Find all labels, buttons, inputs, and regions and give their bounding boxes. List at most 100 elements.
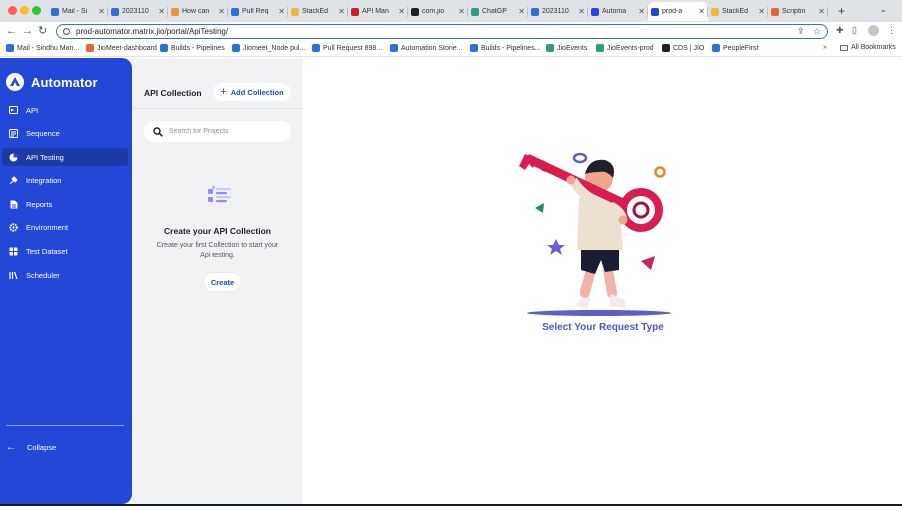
browser-tab[interactable]: Scriptin ✕ — [768, 2, 828, 21]
brand[interactable]: Automator — [6, 73, 98, 91]
bookmark-item[interactable]: Jiomeet_Node pul... — [232, 44, 305, 52]
browser-tab[interactable]: StackEd ✕ — [288, 2, 348, 21]
api-icon — [9, 106, 18, 115]
share-icon[interactable]: ⇪ — [797, 26, 805, 37]
browser-tab[interactable]: 2023110 ✕ — [108, 2, 168, 21]
maximize-window-button[interactable] — [32, 6, 41, 15]
bookmark-item[interactable]: CDS | JIO — [662, 44, 704, 52]
bookmark-item[interactable]: JioEvents-prod — [596, 44, 654, 52]
sidebar-item-api[interactable]: API — [2, 101, 128, 119]
tab-favicon-icon — [291, 7, 299, 16]
bookmark-label: JioEvents — [557, 44, 588, 52]
bookmark-item[interactable]: Builds - Pipelines — [160, 44, 225, 52]
tab-favicon-icon — [471, 7, 479, 16]
site-info-icon[interactable] — [63, 28, 70, 35]
browser-tab[interactable]: Mail - Si ✕ — [48, 2, 108, 21]
sidebar-item-environment[interactable]: Environment — [2, 219, 128, 237]
bookmark-favicon-icon — [160, 44, 168, 52]
sidebar-item-integration[interactable]: Integration — [2, 172, 128, 190]
extensions-icon[interactable]: ✚ — [836, 25, 844, 36]
sidebar-item-api-testing[interactable]: API Testing — [2, 148, 128, 167]
browser-tab[interactable]: Automa ✕ — [588, 2, 648, 21]
side-panel-icon[interactable]: ▯ — [852, 25, 857, 36]
minimize-window-button[interactable] — [20, 6, 29, 15]
bookmark-favicon-icon — [546, 44, 554, 52]
sidebar-item-test-dataset[interactable]: Test Dataset — [2, 243, 128, 261]
bookmark-label: Pull Request 898... — [323, 44, 383, 52]
tab-favicon-icon — [591, 7, 599, 16]
tab-title: ChatGP — [482, 8, 507, 15]
forward-icon[interactable]: → — [22, 25, 33, 37]
browser-tab[interactable]: StackEd ✕ — [708, 2, 768, 21]
add-collection-label: Add Collection — [230, 87, 284, 97]
bookmark-item[interactable]: JioMeet-dashboard — [86, 44, 157, 52]
bookmark-item[interactable]: Pull Request 898... — [312, 44, 382, 52]
back-icon[interactable]: ← — [6, 25, 17, 37]
arrow-left-icon: ← — [6, 442, 16, 453]
tab-search-icon[interactable]: ⌄ — [880, 5, 887, 14]
add-collection-button[interactable]: + Add Collection — [213, 83, 291, 101]
tab-title: Mail - Si — [62, 8, 88, 15]
browser-toolbar: ← → ↻ prod-automator.matrix.jio/portal/A… — [0, 22, 902, 41]
all-bookmarks[interactable]: All Bookmarks — [840, 44, 896, 51]
bookmark-item[interactable]: Automation Storie... — [390, 44, 462, 52]
tab-close-icon[interactable]: ✕ — [98, 7, 105, 16]
close-window-button[interactable] — [8, 6, 17, 15]
tab-close-icon[interactable]: ✕ — [758, 7, 765, 16]
api-collection-panel: API Collection + Add Collection Create y… — [132, 58, 303, 504]
search-input[interactable] — [169, 128, 279, 135]
address-bar[interactable]: prod-automator.matrix.jio/portal/ApiTest… — [56, 24, 828, 39]
bookmark-favicon-icon — [390, 44, 398, 52]
bookmark-item[interactable]: JioEvents — [546, 44, 587, 52]
bookmark-item[interactable]: Builds - Pipelines... — [470, 44, 541, 52]
browser-tabs: Mail - Si ✕ 2023110 ✕ How can ✕ Pull Req ✕ Stack… — [48, 2, 878, 22]
browser-tab[interactable]: Pull Req ✕ — [228, 2, 288, 21]
tab-close-icon[interactable]: ✕ — [398, 7, 405, 16]
folder-icon — [840, 44, 848, 51]
browser-tab[interactable]: 2023110 ✕ — [528, 2, 588, 21]
create-collection-button[interactable]: Create — [204, 273, 241, 291]
collapse-button[interactable]: ← Collapse — [6, 442, 56, 453]
bookmark-item[interactable]: Mail - Sindhu Man... — [6, 44, 79, 52]
document-icon — [9, 200, 18, 209]
search-box[interactable] — [144, 121, 291, 142]
tab-title: Automa — [602, 8, 627, 15]
plus-icon: + — [220, 86, 227, 98]
sidebar-item-scheduler[interactable]: Scheduler — [2, 266, 128, 284]
sidebar-nav: API Sequence API Testing Integration Reports… — [2, 101, 128, 290]
sidebar: Automator API Sequence API Testing Integrat… — [0, 58, 132, 504]
tab-favicon-icon — [111, 7, 119, 16]
tab-close-icon[interactable]: ✕ — [218, 7, 225, 16]
browser-tab[interactable]: ChatGP ✕ — [468, 2, 528, 21]
tab-close-icon[interactable]: ✕ — [638, 7, 645, 16]
tab-title: Pull Req — [242, 8, 269, 15]
browser-tab[interactable]: prod-a ✕ — [648, 2, 708, 21]
tab-title: com.jio — [422, 8, 445, 15]
tab-close-icon[interactable]: ✕ — [158, 7, 165, 16]
tab-close-icon[interactable]: ✕ — [818, 7, 825, 16]
tab-close-icon[interactable]: ✕ — [458, 7, 465, 16]
browser-tab[interactable]: com.jio ✕ — [408, 2, 468, 21]
reload-icon[interactable]: ↻ — [38, 25, 47, 37]
profile-avatar[interactable] — [868, 25, 879, 36]
tab-close-icon[interactable]: ✕ — [278, 7, 285, 16]
sidebar-item-sequence[interactable]: Sequence — [2, 125, 128, 143]
bookmark-item[interactable]: PeopleFirst — [712, 44, 758, 52]
bookmark-star-icon[interactable]: ☆ — [813, 26, 821, 37]
tab-close-icon[interactable]: ✕ — [338, 7, 345, 16]
scheduler-icon — [9, 271, 18, 280]
tab-close-icon[interactable]: ✕ — [698, 7, 705, 16]
browser-tab[interactable]: API Man ✕ — [348, 2, 408, 21]
tab-close-icon[interactable]: ✕ — [518, 7, 525, 16]
sidebar-item-label: API Testing — [26, 152, 64, 162]
bookmarks-overflow-icon[interactable]: » — [823, 44, 827, 51]
sidebar-item-reports[interactable]: Reports — [2, 195, 128, 213]
bookmark-favicon-icon — [712, 44, 720, 52]
tab-title: StackEd — [722, 8, 749, 15]
sidebar-item-label: Scheduler — [26, 270, 60, 280]
tab-close-icon[interactable]: ✕ — [578, 7, 585, 16]
browser-menu-icon[interactable]: ⋮ — [887, 25, 896, 36]
sidebar-item-label: API — [26, 105, 39, 115]
new-tab-icon[interactable]: + — [838, 4, 845, 18]
browser-tab[interactable]: How can ✕ — [168, 2, 228, 21]
